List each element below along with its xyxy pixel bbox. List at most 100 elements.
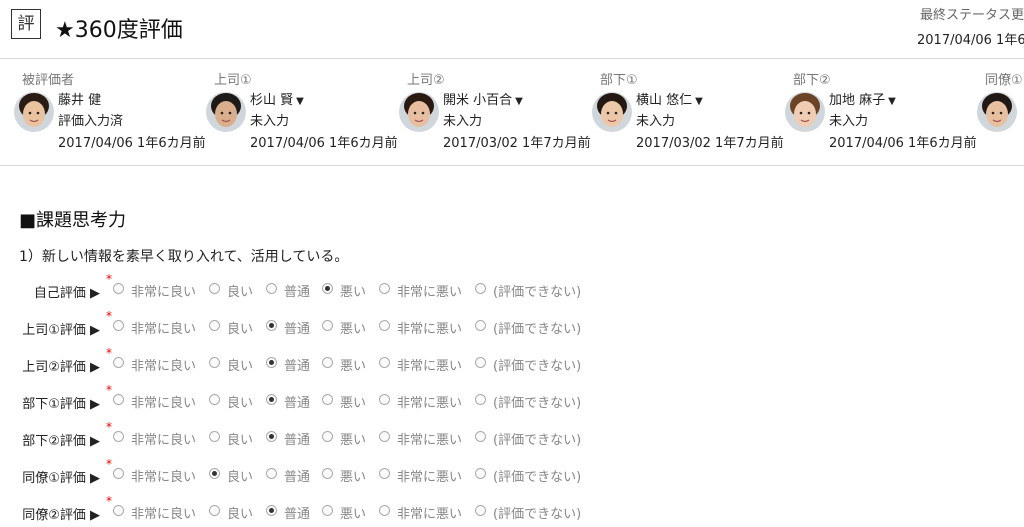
radio-button[interactable] — [322, 283, 333, 294]
radio-button[interactable] — [379, 468, 390, 479]
radio-button[interactable] — [379, 357, 390, 368]
evaluator-status: 評価入力済 — [58, 114, 124, 129]
avatar — [785, 92, 825, 132]
radio-button[interactable] — [209, 394, 220, 405]
radio-button[interactable] — [475, 283, 486, 294]
radio-button[interactable] — [266, 283, 277, 294]
caret-down-icon[interactable]: ▼ — [296, 96, 304, 107]
radio-button[interactable] — [113, 394, 124, 405]
radio-button[interactable] — [475, 505, 486, 516]
required-mark: * — [106, 383, 112, 397]
evaluator-date: 2017/04/06 1年6カ月前 — [58, 136, 206, 151]
radio-button[interactable] — [209, 431, 220, 442]
rating-row: 自己評価 ▶ * 非常に良い 良い 普通 悪い 非常に悪い (評価できない) — [0, 272, 1024, 305]
header-bar: 評 ★360度評価 最終ステータス更 2017/04/06 1年6 — [0, 0, 1024, 59]
radio-button[interactable] — [209, 505, 220, 516]
avatar — [14, 92, 54, 132]
rating-option-label: 普通 — [284, 470, 311, 485]
radio-button[interactable] — [266, 357, 277, 368]
radio-button[interactable] — [266, 431, 277, 442]
radio-button[interactable] — [379, 320, 390, 331]
radio-button[interactable] — [379, 394, 390, 405]
radio-button[interactable] — [209, 468, 220, 479]
evaluator-name-text: 加地 麻子 — [829, 93, 886, 108]
rating-row: 同僚②評価 ▶ * 非常に良い 良い 普通 悪い 非常に悪い (評価できない) — [0, 494, 1024, 527]
evaluator-card: 被評価者 藤井 健評価入力済 2017/04/06 1年6カ月前 — [14, 60, 206, 160]
radio-button[interactable] — [322, 468, 333, 479]
evaluator-role: 部下① — [600, 73, 638, 88]
radio-button[interactable] — [266, 468, 277, 479]
rating-option-label: 非常に悪い — [397, 507, 463, 522]
rating-option-label: 普通 — [284, 359, 311, 374]
rating-row-label: 上司①評価 ▶ — [22, 323, 100, 338]
radio-button[interactable] — [113, 431, 124, 442]
radio-button[interactable] — [322, 505, 333, 516]
radio-button[interactable] — [379, 505, 390, 516]
rating-option-label: 普通 — [284, 285, 311, 300]
rating-row-label: 部下②評価 ▶ — [22, 434, 100, 449]
page-title: ★360度評価 — [55, 18, 183, 43]
caret-down-icon[interactable]: ▼ — [515, 96, 523, 107]
evaluator-status: 未入力 — [636, 114, 676, 129]
evaluator-name[interactable]: 横山 悠仁 ▼ — [636, 89, 703, 108]
last-status-label: 最終ステータス更 — [920, 8, 1024, 23]
rating-option-label: 普通 — [284, 396, 311, 411]
evaluator-name[interactable]: 杉山 賢 ▼ — [250, 89, 304, 108]
rating-option-label: 良い — [227, 470, 254, 485]
radio-button[interactable] — [475, 431, 486, 442]
evaluator-card: 上司① 杉山 賢 ▼ 未入力 2017/04/06 1年6カ月前 — [206, 60, 398, 160]
radio-button[interactable] — [113, 283, 124, 294]
rating-option-label: 良い — [227, 396, 254, 411]
rating-option-label: 良い — [227, 285, 254, 300]
caret-down-icon[interactable]: ▼ — [888, 96, 896, 107]
avatar — [206, 92, 246, 132]
rating-option-label: 良い — [227, 322, 254, 337]
radio-button[interactable] — [322, 431, 333, 442]
radio-button[interactable] — [322, 357, 333, 368]
rating-option-label: 普通 — [284, 433, 311, 448]
question-text: 1）新しい情報を素早く取り入れて、活用している。 — [19, 249, 349, 265]
rating-option-label: (評価できない) — [493, 433, 582, 448]
rating-option-label: 普通 — [284, 507, 311, 522]
evaluator-role: 上司① — [214, 73, 252, 88]
caret-down-icon[interactable]: ▼ — [695, 96, 703, 107]
rating-row: 上司①評価 ▶ * 非常に良い 良い 普通 悪い 非常に悪い (評価できない) — [0, 309, 1024, 342]
radio-button[interactable] — [209, 357, 220, 368]
radio-button[interactable] — [475, 320, 486, 331]
radio-button[interactable] — [209, 283, 220, 294]
required-mark: * — [106, 272, 112, 286]
required-mark: * — [106, 420, 112, 434]
evaluator-name[interactable]: 加地 麻子 ▼ — [829, 89, 896, 108]
rating-option-label: 非常に悪い — [397, 285, 463, 300]
evaluation-logo-icon: 評 — [11, 9, 41, 39]
radio-button[interactable] — [379, 431, 390, 442]
required-mark: * — [106, 309, 112, 323]
rating-option-label: 非常に悪い — [397, 470, 463, 485]
avatar — [399, 92, 439, 132]
rating-option-label: (評価できない) — [493, 359, 582, 374]
radio-button[interactable] — [113, 357, 124, 368]
evaluator-name[interactable]: 開米 小百合 ▼ — [443, 89, 523, 108]
evaluator-date: 2017/03/02 1年7カ月前 — [636, 136, 784, 151]
rating-option-label: 非常に悪い — [397, 396, 463, 411]
radio-button[interactable] — [475, 468, 486, 479]
radio-button[interactable] — [113, 320, 124, 331]
radio-button[interactable] — [266, 505, 277, 516]
radio-button[interactable] — [379, 283, 390, 294]
radio-button[interactable] — [475, 357, 486, 368]
radio-button[interactable] — [113, 468, 124, 479]
section-title: ■課題思考力 — [19, 210, 127, 231]
radio-button[interactable] — [475, 394, 486, 405]
rating-option-label: 悪い — [340, 470, 367, 485]
rating-row: 上司②評価 ▶ * 非常に良い 良い 普通 悪い 非常に悪い (評価できない) — [0, 346, 1024, 379]
avatar — [592, 92, 632, 132]
radio-button[interactable] — [266, 320, 277, 331]
evaluator-role: 上司② — [407, 73, 445, 88]
evaluator-status: 未入力 — [829, 114, 869, 129]
radio-button[interactable] — [322, 394, 333, 405]
radio-button[interactable] — [266, 394, 277, 405]
required-mark: * — [106, 494, 112, 508]
radio-button[interactable] — [113, 505, 124, 516]
radio-button[interactable] — [209, 320, 220, 331]
radio-button[interactable] — [322, 320, 333, 331]
